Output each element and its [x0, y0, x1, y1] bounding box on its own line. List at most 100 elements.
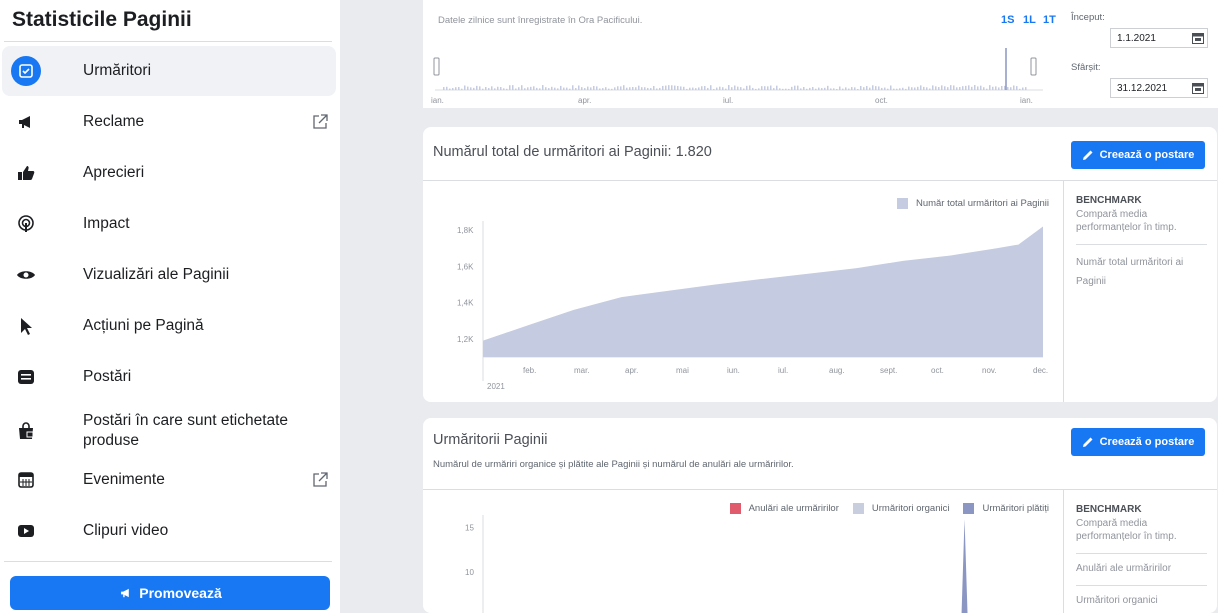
- range-activity-bar: [680, 86, 682, 90]
- x-tick-label: apr.: [625, 366, 638, 375]
- range-activity-bar: [863, 87, 865, 90]
- range-activity-bar: [920, 85, 922, 90]
- sidebar-item-page-views[interactable]: Vizualizări ale Paginii: [2, 250, 336, 300]
- external-link-icon[interactable]: [310, 470, 330, 490]
- period-1m-link[interactable]: 1L: [1023, 14, 1036, 26]
- sidebar-item-followers[interactable]: Urmăritori: [2, 46, 336, 96]
- range-activity-bar: [470, 87, 472, 90]
- range-activity-bar: [524, 88, 526, 90]
- range-activity-bar: [770, 85, 772, 90]
- range-activity-bar: [935, 86, 937, 90]
- range-activity-bar: [905, 88, 907, 90]
- range-activity-bar: [1013, 85, 1015, 90]
- range-activity-bar: [896, 88, 898, 90]
- range-activity-bar: [722, 87, 724, 90]
- range-activity-bar: [479, 86, 481, 90]
- end-date-field[interactable]: 31.12.2021: [1110, 78, 1208, 98]
- range-activity-bar: [788, 88, 790, 90]
- x-tick-label: iun.: [727, 366, 740, 375]
- timezone-note: Datele zilnice sunt înregistrate în Ora …: [438, 15, 643, 26]
- range-activity-bar: [938, 87, 940, 90]
- range-activity-bar: [821, 88, 823, 90]
- range-activity-bar: [749, 85, 751, 90]
- range-activity-bar: [1016, 86, 1018, 90]
- range-activity-bar: [971, 86, 973, 90]
- range-month-label: oct.: [875, 96, 888, 105]
- sidebar-item-ads[interactable]: Reclame: [2, 97, 336, 147]
- calendar-icon[interactable]: [1192, 82, 1204, 94]
- range-activity-bar: [503, 88, 505, 90]
- range-activity-bar: [584, 88, 586, 90]
- range-activity-bar: [527, 87, 529, 90]
- range-activity-bar: [473, 87, 475, 90]
- sidebar-item-events[interactable]: Evenimente: [2, 455, 336, 505]
- range-activity-bar: [638, 85, 640, 90]
- range-activity-bar: [923, 86, 925, 90]
- range-activity-bar: [872, 85, 874, 90]
- sidebar-item-label: Acțiuni pe Pagină: [83, 317, 204, 334]
- range-activity-bar: [485, 87, 487, 90]
- range-activity-bar: [617, 86, 619, 90]
- total-followers-chart: 1,2K 1,4K 1,6K 1,8K feb. mar. apr. mai iun. iul. a…: [457, 221, 1048, 391]
- range-handle-end[interactable]: [1030, 57, 1037, 76]
- range-activity-bar: [941, 85, 943, 90]
- range-activity-bar: [548, 88, 550, 90]
- range-activity-bar: [581, 87, 583, 90]
- range-activity-bar: [494, 88, 496, 90]
- range-activity-bar: [956, 87, 958, 90]
- benchmark-item[interactable]: Număr total urmăritori ai Paginii: [1076, 244, 1207, 291]
- x-tick-label: mar.: [574, 366, 590, 375]
- range-activity-bar: [614, 87, 616, 90]
- range-activity-bar: [692, 87, 694, 90]
- range-activity-bar: [761, 86, 763, 90]
- range-activity-bar: [476, 85, 478, 90]
- sidebar-item-tagged-products[interactable]: Postări în care sunt etichetate produse: [2, 403, 336, 459]
- start-date-field[interactable]: 1.1.2021: [1110, 28, 1208, 48]
- range-activity-bar: [959, 87, 961, 90]
- y-tick-label: 1,2K: [457, 335, 474, 344]
- range-activity-bar: [509, 85, 511, 90]
- range-activity-bar: [602, 88, 604, 90]
- range-activity-bar: [974, 85, 976, 90]
- range-month-label: apr.: [578, 96, 591, 105]
- range-activity-bar: [809, 87, 811, 90]
- range-activity-bar: [665, 85, 667, 90]
- range-activity-bar: [587, 86, 589, 90]
- sidebar-item-reach[interactable]: Impact: [2, 199, 336, 249]
- sidebar-item-videos[interactable]: Clipuri video: [2, 506, 336, 556]
- calendar-icon[interactable]: [1192, 32, 1204, 44]
- range-handle-start[interactable]: [433, 57, 440, 76]
- range-activity-bar: [758, 88, 760, 90]
- range-activity-bar: [740, 87, 742, 90]
- create-post-button[interactable]: Creează o postare: [1071, 428, 1205, 456]
- range-activity-bar: [800, 88, 802, 90]
- promote-button[interactable]: Promovează: [10, 576, 330, 610]
- period-1w-link[interactable]: 1S: [1001, 14, 1014, 26]
- range-activity-bar: [737, 86, 739, 90]
- range-activity-bar: [674, 85, 676, 90]
- range-activity-bar: [689, 87, 691, 90]
- sidebar-item-label: Impact: [83, 215, 130, 232]
- range-activity-bar: [497, 86, 499, 90]
- range-activity-bar: [572, 85, 574, 90]
- benchmark-title: BENCHMARK: [1076, 504, 1142, 515]
- benchmark-item[interactable]: Urmăritori organici: [1076, 585, 1207, 607]
- range-activity-bar: [671, 85, 673, 90]
- sidebar-item-posts[interactable]: Postări: [2, 352, 336, 402]
- sidebar-item-label: Reclame: [83, 113, 145, 130]
- range-activity-bar: [632, 87, 634, 90]
- range-activity-bar: [557, 88, 559, 90]
- external-link-icon[interactable]: [310, 112, 330, 132]
- range-activity-bar: [926, 87, 928, 90]
- period-1q-link[interactable]: 1T: [1043, 14, 1056, 26]
- benchmark-item[interactable]: Anulări ale urmăririlor: [1076, 553, 1207, 575]
- sidebar-item-likes[interactable]: Aprecieri: [2, 148, 336, 198]
- sidebar-item-page-actions[interactable]: Acțiuni pe Pagină: [2, 301, 336, 351]
- range-activity-bar: [878, 86, 880, 90]
- range-activity-bar: [611, 88, 613, 90]
- create-post-button[interactable]: Creează o postare: [1071, 141, 1205, 169]
- range-activity-bar: [650, 88, 652, 90]
- sidebar-item-label: Urmăritori: [83, 62, 152, 79]
- chart-area: Număr total urmăritori ai Paginii 1,2K 1,…: [423, 180, 1217, 402]
- range-activity-bar: [461, 88, 463, 90]
